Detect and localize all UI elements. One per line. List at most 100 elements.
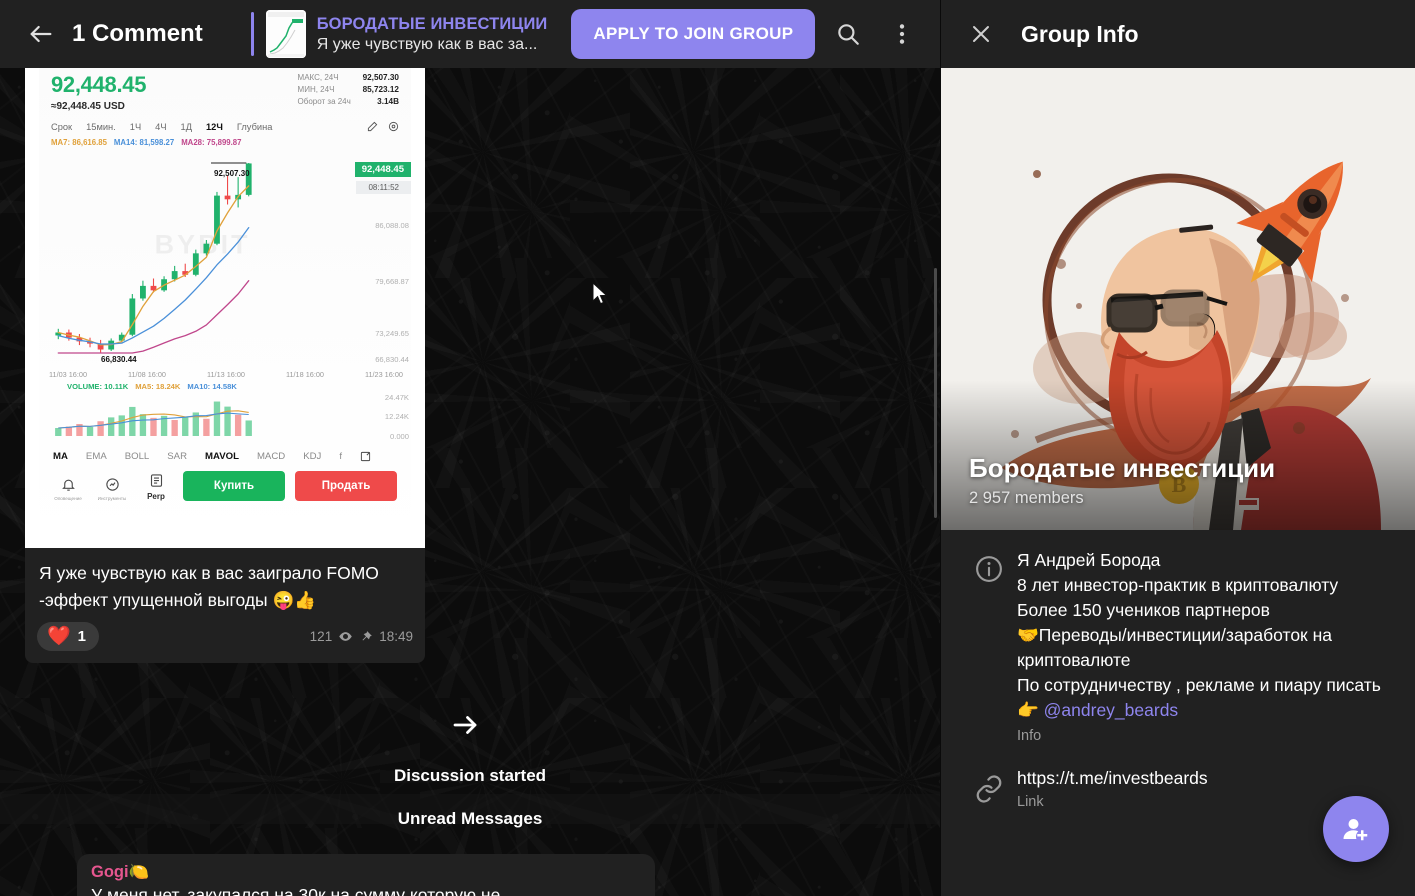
pinned-channel-name: БОРОДАТЫЕ ИНВЕСТИЦИИ [316,14,548,33]
info-icon-wrap [961,548,1017,744]
stat-value: 92,507.30 [362,73,399,82]
stat-row: МИН, 24Ч 85,723.12 [298,84,399,96]
perp-action[interactable]: Perp [139,471,173,501]
more-options-button[interactable] [878,10,926,58]
message-meta: 121 18:49 [310,629,413,644]
x-tick: 11/13 16:00 [206,370,245,379]
stat-label: Оборот за 24ч [297,97,351,106]
comment-row[interactable]: G Gogi🍋 У меня нет, закупался на 30к на … [25,854,655,896]
indicator-ema[interactable]: EMA [86,451,107,462]
chart-volume-panel: VOLUME: 10.11K MA5: 18.24K MA10: 14.58K … [39,382,411,444]
group-info-header: Group Info [941,0,1415,68]
chart-tool-icons [367,121,399,132]
description-main: Я Андрей Борода 8 лет инвестор-практик в… [1017,550,1381,720]
group-info-panel: Group Info Бородатые инвестиции 2 957 me… [940,0,1415,896]
indicator-macd[interactable]: MACD [257,451,285,462]
pinned-thumbnail [265,10,306,58]
tab-1h[interactable]: 1Ч [130,122,141,132]
arrow-left-icon [30,25,52,43]
chart-price-block: 92,448.45 ≈92,448.45 USD [51,72,146,112]
indicator-kdj[interactable]: KDJ [303,451,321,462]
pencil-icon[interactable] [367,121,378,132]
chart-action-bar: Оповещение Инструменты Perp Купить Прода… [39,462,411,501]
candlestick-canvas [55,162,252,354]
chart-last-price-badge: 92,448.45 [354,162,411,177]
add-person-icon [1343,819,1368,841]
group-link-url[interactable]: https://t.me/investbeards [1017,768,1395,789]
volume-tick-0: 24.47K [384,393,409,402]
perp-label: Perp [147,492,165,501]
settings-target-icon[interactable] [388,121,399,132]
indicator-mavol[interactable]: MAVOL [205,451,239,462]
chat-column: 1 Comment БОРОДАТЫЕ ИНВЕСТИЦИИ Я уже чув… [0,0,940,896]
tools-icon [105,478,119,491]
chat-scroll-area[interactable]: 92,448.45 ≈92,448.45 USD МАКС, 24Ч 92,507… [0,68,940,896]
pinned-message[interactable]: БОРОДАТЫЕ ИНВЕСТИЦИИ Я уже чувствую как … [250,8,548,60]
stat-label: МАКС, 24Ч [297,73,339,82]
search-icon [838,24,859,45]
alert-label: Оповещение [54,496,82,501]
alert-action[interactable]: Оповещение [51,475,85,501]
group-profile-photo[interactable]: B [941,68,1415,530]
tools-action[interactable]: Инструменты [95,475,129,501]
chart-last-price-time: 08:11:52 [356,181,411,194]
ma28-legend: MA28: 75,899.87 [181,138,242,147]
search-button[interactable] [824,10,872,58]
pinned-texts: БОРОДАТЫЕ ИНВЕСТИЦИИ Я уже чувствую как … [317,15,548,54]
chart-ma-legend: MA7: 86,616.85 MA14: 81,598.27 MA28: 75,… [39,132,411,147]
reaction-count: 1 [77,628,87,645]
x-tick: 11/08 16:00 [127,370,166,379]
apply-to-join-group-button[interactable]: APPLY TO JOIN GROUP [571,9,816,59]
chart-indicator-tabs: MA EMA BOLL SAR MAVOL MACD KDJ f [39,444,411,462]
indicator-boll[interactable]: BOLL [125,451,150,462]
group-description-row[interactable]: Я Андрей Борода 8 лет инвестор-практик в… [941,530,1415,750]
group-member-count: 2 957 members [969,489,1084,507]
comment-author[interactable]: Gogi🍋 [91,863,641,882]
view-count: 121 [309,629,333,644]
y-tick-0: 86,088.08 [375,221,409,230]
channel-message[interactable]: 92,448.45 ≈92,448.45 USD МАКС, 24Ч 92,507… [25,68,425,663]
chart-24h-stats: МАКС, 24Ч 92,507.30 МИН, 24Ч 85,723.12 Обо… [298,72,399,112]
x-tick: 11/03 16:00 [49,370,88,379]
more-vertical-icon [899,24,905,44]
stat-label: МИН, 24Ч [297,85,335,94]
tab-depth[interactable]: Глубина [237,122,273,132]
message-photo[interactable]: 92,448.45 ≈92,448.45 USD МАКС, 24Ч 92,507… [25,68,425,548]
description-mention[interactable]: @andrey_beards [1044,700,1179,720]
info-circle-icon [976,556,1002,582]
close-panel-button[interactable] [957,10,1005,58]
reaction-heart[interactable]: ❤️ 1 [37,622,100,651]
add-member-button[interactable] [1323,796,1389,862]
back-button[interactable] [14,7,68,61]
list-icon-box [139,471,173,490]
trading-chart-screenshot: 92,448.45 ≈92,448.45 USD МАКС, 24Ч 92,507… [39,68,411,548]
tab-1d[interactable]: 1Д [181,122,192,132]
buy-button[interactable]: Купить [183,471,285,501]
indicator-f[interactable]: f [339,451,342,462]
indicator-ma[interactable]: MA [53,451,68,462]
comment-bubble[interactable]: Gogi🍋 У меня нет, закупался на 30к на су… [77,854,655,896]
group-name: Бородатые инвестиции [969,453,1276,483]
tab-15min[interactable]: 15мин. [86,122,116,132]
telegram-window: 1 Comment БОРОДАТЫЕ ИНВЕСТИЦИИ Я уже чув… [0,0,1415,896]
chat-scrollbar[interactable] [934,268,937,518]
tab-12h-selected[interactable]: 12Ч [206,122,223,132]
next-message-button[interactable] [445,705,485,745]
tab-4h[interactable]: 4Ч [155,122,166,132]
unread-messages-label: Unread Messages [397,809,543,828]
stat-row: Оборот за 24ч 3.14B [298,96,399,108]
chart-price-row: 92,448.45 ≈92,448.45 USD МАКС, 24Ч 92,507… [39,68,411,112]
link-icon [976,775,1002,803]
sell-button[interactable]: Продать [295,471,397,501]
ma7-legend: MA7: 86,616.85 [51,138,107,147]
info-caption: Info [1017,728,1042,744]
indicator-sar[interactable]: SAR [167,451,187,462]
tab-srok[interactable]: Срок [51,122,72,132]
heart-icon: ❤️ [47,626,71,647]
arrow-right-icon [453,716,477,734]
fullscreen-icon[interactable] [360,451,371,462]
chart-last-price: 92,448.45 [51,72,147,97]
y-tick-2: 73,249.65 [375,329,409,338]
volume-canvas [55,401,252,436]
chart-high-label: 92,507.30 [214,169,250,178]
